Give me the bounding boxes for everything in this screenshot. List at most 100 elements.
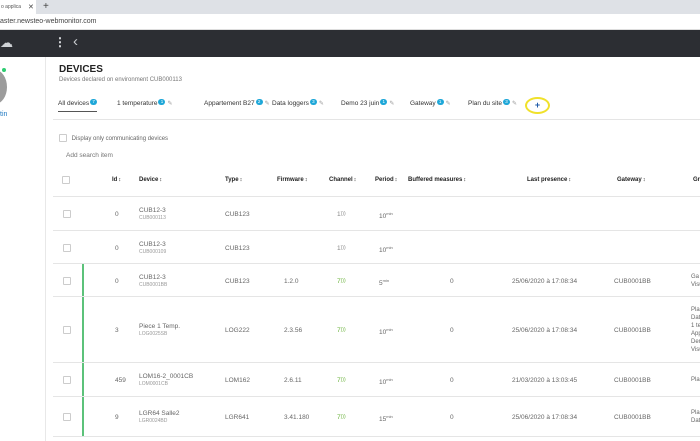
tab-count-badge: 1 (436, 99, 444, 105)
tab-6[interactable]: Plan du site 3 ✎ (468, 99, 517, 107)
table-row[interactable]: 3 Piece 1 Temp. LOG0025SB LOG222 2.3.56 7))) 1… (53, 297, 700, 363)
wifi-signal-icon: ))) (340, 414, 346, 420)
pencil-icon[interactable]: ✎ (446, 101, 451, 107)
device-period: 5min (379, 278, 390, 287)
tab-0[interactable]: All devices 7 (58, 99, 98, 112)
url-text: aster.newsteo-webmonitor.com (0, 18, 97, 25)
device-channel: 1))) (337, 245, 346, 252)
device-name[interactable]: LOM16-2_0001CB LOM0001CB (139, 373, 193, 387)
communicating-checkbox[interactable] (59, 134, 67, 142)
device-name[interactable]: CUB12-3 CUB000113 (139, 207, 166, 221)
device-name[interactable]: Piece 1 Temp. LOG0025SB (139, 323, 180, 337)
new-tab-button[interactable]: + (43, 1, 49, 12)
table-row[interactable]: 0 CUB12-3 CUB0001BB CUB123 1.2.0 7))) 5min 0 25/… (53, 264, 700, 297)
sort-arrows-icon: ↕ (159, 177, 163, 183)
tab-label: Plan du site (468, 100, 502, 107)
search-input[interactable] (59, 148, 700, 163)
table-row[interactable]: 0 CUB12-3 CUB000113 CUB123 1))) 10min (53, 197, 700, 231)
cloud-logo-icon: ☁ (0, 35, 13, 50)
buffered-measures: 0 (450, 414, 454, 421)
select-all-checkbox[interactable] (62, 176, 70, 184)
kebab-menu-icon[interactable]: ⋮ (54, 35, 66, 49)
col-groups[interactable]: Gr (693, 177, 700, 183)
address-bar[interactable]: aster.newsteo-webmonitor.com (0, 14, 700, 30)
row-checkbox[interactable] (63, 277, 71, 285)
tab-4[interactable]: Demo 23 juin 1 ✎ (341, 99, 394, 107)
table-row[interactable]: 9 LGR64 Salle2 LGR0024BD LGR641 3.41.180 7)))… (53, 397, 700, 437)
col-last-presence[interactable]: Last presence↕ (527, 177, 571, 183)
device-code: LOG0025SB (139, 331, 168, 337)
device-code: LOM0001CB (139, 381, 168, 387)
tab-5[interactable]: Gateway 1 ✎ (410, 99, 451, 107)
sort-arrows-icon: ↕ (394, 177, 398, 183)
col-device[interactable]: Device↕ (139, 177, 162, 183)
tab-count-badge: 1 (380, 99, 388, 105)
username[interactable]: tin (0, 111, 7, 118)
device-type: LOG222 (225, 327, 250, 334)
pencil-icon[interactable]: ✎ (512, 101, 517, 107)
gateway[interactable]: CUB0001BB (614, 414, 651, 421)
device-type: LOM162 (225, 377, 250, 384)
pencil-icon[interactable]: ✎ (389, 101, 394, 107)
pencil-icon[interactable]: ✎ (319, 101, 324, 107)
col-channel[interactable]: Channel↕ (329, 177, 356, 183)
sort-arrows-icon: ↕ (239, 177, 243, 183)
device-channel: 7))) (337, 377, 346, 384)
device-name[interactable]: CUB12-3 CUB0001BB (139, 274, 167, 288)
device-name[interactable]: LGR64 Salle2 LGR0024BD (139, 410, 179, 424)
gateway[interactable]: CUB0001BB (614, 327, 651, 334)
tab-2[interactable]: Appartement B27 2 ✎ (204, 99, 270, 107)
group-label: Ga (691, 274, 700, 280)
row-checkbox[interactable] (63, 376, 71, 384)
sort-arrows-icon: ↕ (642, 177, 646, 183)
tab-count-badge: 7 (90, 99, 98, 105)
communicating-filter-label: Display only communicating devices (71, 136, 169, 142)
close-tab-icon[interactable]: ✕ (28, 3, 34, 11)
device-firmware: 1.2.0 (284, 278, 299, 285)
device-channel: 7))) (337, 327, 346, 334)
device-id: 9 (115, 414, 119, 421)
gateway[interactable]: CUB0001BB (614, 377, 651, 384)
avatar[interactable] (0, 70, 7, 104)
sort-arrows-icon: ↕ (463, 177, 467, 183)
tabs-divider (53, 119, 700, 120)
col-period[interactable]: Period↕ (375, 177, 397, 183)
tab-3[interactable]: Data loggers 3 ✎ (272, 99, 324, 107)
pencil-icon[interactable]: ✎ (167, 101, 172, 107)
add-group-button[interactable]: + (525, 97, 550, 114)
device-code: LGR0024BD (139, 418, 168, 424)
col-firmware[interactable]: Firmware↕ (277, 177, 307, 183)
col-gateway[interactable]: Gateway↕ (617, 177, 645, 183)
table-row[interactable]: 459 LOM16-2_0001CB LOM0001CB LOM162 2.6.11 7)… (53, 363, 700, 397)
active-row-indicator (82, 397, 84, 436)
app-header: ☁ ⋮ ‹ (0, 30, 700, 57)
browser-tab[interactable]: o applica ✕ (0, 0, 36, 14)
sort-arrows-icon: ↕ (118, 177, 122, 183)
col-buffered[interactable]: Buffered measures↕ (408, 177, 466, 183)
sidebar: tin (0, 57, 46, 441)
tab-label: All devices (58, 100, 90, 107)
device-channel: 1))) (337, 211, 346, 218)
row-checkbox[interactable] (63, 244, 71, 252)
device-name[interactable]: CUB12-3 CUB000109 (139, 241, 166, 255)
chevron-left-icon[interactable]: ‹ (73, 33, 78, 50)
pencil-icon[interactable]: ✎ (265, 101, 270, 107)
row-checkbox[interactable] (63, 210, 71, 218)
device-code: CUB000109 (139, 249, 167, 255)
tab-1[interactable]: 1 temperature 1 ✎ (117, 99, 173, 107)
tab-count-badge: 3 (502, 99, 510, 105)
table-row[interactable]: 0 CUB12-3 CUB000109 CUB123 1))) 10min (53, 231, 700, 264)
active-row-indicator (82, 363, 84, 396)
communicating-filter[interactable]: Display only communicating devices (59, 134, 168, 142)
devices-table: Id↕ Device↕ Type↕ Firmware↕ Channel↕ Per… (53, 165, 700, 437)
col-type[interactable]: Type↕ (225, 177, 242, 183)
row-checkbox[interactable] (63, 413, 71, 421)
gateway[interactable]: CUB0001BB (614, 278, 651, 285)
group-label: 1 tem (691, 323, 700, 329)
device-id: 459 (115, 377, 126, 384)
last-presence: 25/06/2020 à 17:08:34 (512, 414, 578, 421)
sort-arrows-icon: ↕ (353, 177, 357, 183)
row-checkbox[interactable] (63, 326, 71, 334)
col-id[interactable]: Id↕ (112, 177, 121, 183)
device-period: 15min (379, 414, 393, 423)
